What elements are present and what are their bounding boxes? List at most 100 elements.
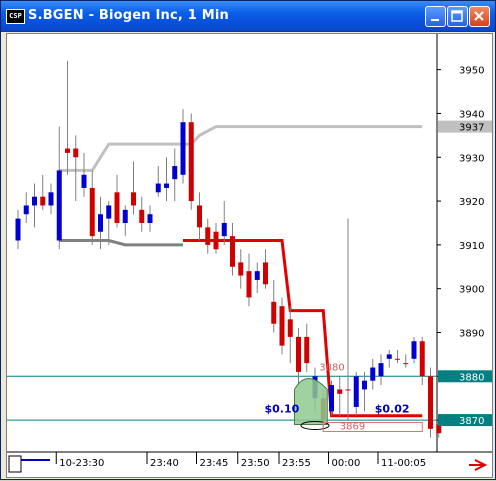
chart-window: CSP S.BGEN - Biogen Inc, 1 Min 3880 3869 $… [0, 0, 496, 480]
candle-body [304, 336, 310, 364]
candle [279, 297, 285, 355]
x-tick-label: 11-00:05 [381, 458, 426, 469]
candle [213, 222, 219, 254]
price-chart[interactable]: 3880 3869 $0.10 $0.02 3870 3880 3890 3900 3910 3… [7, 34, 492, 477]
candle-body [89, 187, 95, 237]
candle-body [246, 271, 252, 298]
y-tick-label: 3920 [459, 197, 484, 208]
candle-body [386, 354, 392, 359]
candle-body [279, 306, 285, 346]
candle-body [428, 376, 433, 429]
minimize-button[interactable] [425, 6, 446, 27]
maximize-icon [451, 10, 463, 22]
gray-trailing-stop-line [59, 125, 423, 172]
candle-body [378, 363, 384, 377]
candle-body [65, 148, 70, 153]
candle [48, 183, 54, 215]
scroll-thumb [8, 455, 22, 473]
candle-body [296, 336, 301, 372]
candle [395, 350, 400, 364]
candle [56, 126, 62, 250]
candle [246, 253, 252, 307]
y-tick-label: 3910 [459, 241, 484, 252]
candle [353, 371, 359, 416]
candle-body [15, 218, 21, 241]
candle [164, 157, 169, 202]
price-tag-label: 3880 [459, 372, 484, 383]
x-tick-label: 10-23:30 [59, 458, 104, 469]
gray-base-line [59, 239, 183, 247]
candle [337, 376, 343, 416]
y-tick-label: 3900 [459, 285, 484, 296]
candle-body [263, 262, 268, 285]
candle-body [213, 231, 219, 250]
candle-body [230, 236, 235, 267]
candle [114, 174, 120, 228]
candle [386, 350, 392, 368]
candle [287, 306, 293, 364]
candle [89, 170, 95, 245]
candle [411, 336, 417, 364]
candle-body [98, 214, 103, 232]
candle-body [114, 192, 120, 223]
window-title: S.BGEN - Biogen Inc, 1 Min [28, 8, 229, 23]
candle [403, 354, 409, 368]
x-tick-label: 23:45 [200, 458, 229, 469]
close-icon [474, 11, 484, 21]
candle [378, 354, 384, 386]
candle-body [188, 122, 194, 202]
title-bar[interactable]: CSP S.BGEN - Biogen Inc, 1 Min [1, 1, 495, 32]
candle-body [131, 192, 136, 206]
candle [345, 218, 351, 421]
candle [139, 196, 145, 232]
candle-body [370, 367, 376, 381]
candle-body [147, 214, 153, 223]
candle [254, 262, 260, 294]
candle [205, 218, 211, 254]
candle [304, 323, 310, 372]
candle [428, 367, 433, 438]
candle [271, 279, 277, 333]
candle [362, 371, 367, 412]
candle-body [197, 205, 202, 228]
chart-area[interactable]: 3880 3869 $0.10 $0.02 3870 3880 3890 3900 3910 3… [6, 33, 493, 478]
candle [131, 161, 136, 215]
close-button[interactable] [469, 6, 490, 27]
candle [65, 60, 70, 175]
candle-body [172, 166, 178, 180]
candle [40, 174, 46, 210]
candle [419, 336, 425, 386]
y-tick-label: 3930 [459, 153, 484, 164]
candle [238, 249, 244, 289]
candle-body [353, 376, 359, 407]
candle [122, 205, 128, 237]
x-tick-label: 23:40 [150, 458, 179, 469]
candle-body [32, 196, 37, 206]
y-tick-label: 3950 [459, 66, 484, 77]
candle [197, 192, 202, 241]
annotation-3869: 3869 [340, 421, 365, 432]
maximize-button[interactable] [447, 6, 468, 27]
candle-body [23, 205, 29, 215]
y-tick-label: 3940 [459, 109, 484, 120]
candle-body [40, 196, 46, 206]
candle-body [73, 148, 79, 158]
candle [155, 166, 161, 197]
x-tick-label: 23:50 [241, 458, 270, 469]
candle [106, 201, 112, 245]
candle-body [221, 222, 227, 237]
x-tick-label: 00:00 [332, 458, 361, 469]
candle-body [122, 209, 128, 223]
candle [32, 183, 37, 228]
candle-body [205, 227, 211, 245]
candle-body [48, 192, 54, 206]
candle-body [155, 183, 161, 193]
price-tag-label: 3870 [459, 416, 484, 427]
candle-body [287, 319, 293, 337]
highlight-zone [294, 377, 328, 425]
csp-app-icon[interactable]: CSP [6, 9, 25, 24]
candle-body [345, 389, 351, 391]
candle [263, 249, 268, 289]
candle-body [329, 385, 334, 412]
candle [230, 222, 235, 276]
